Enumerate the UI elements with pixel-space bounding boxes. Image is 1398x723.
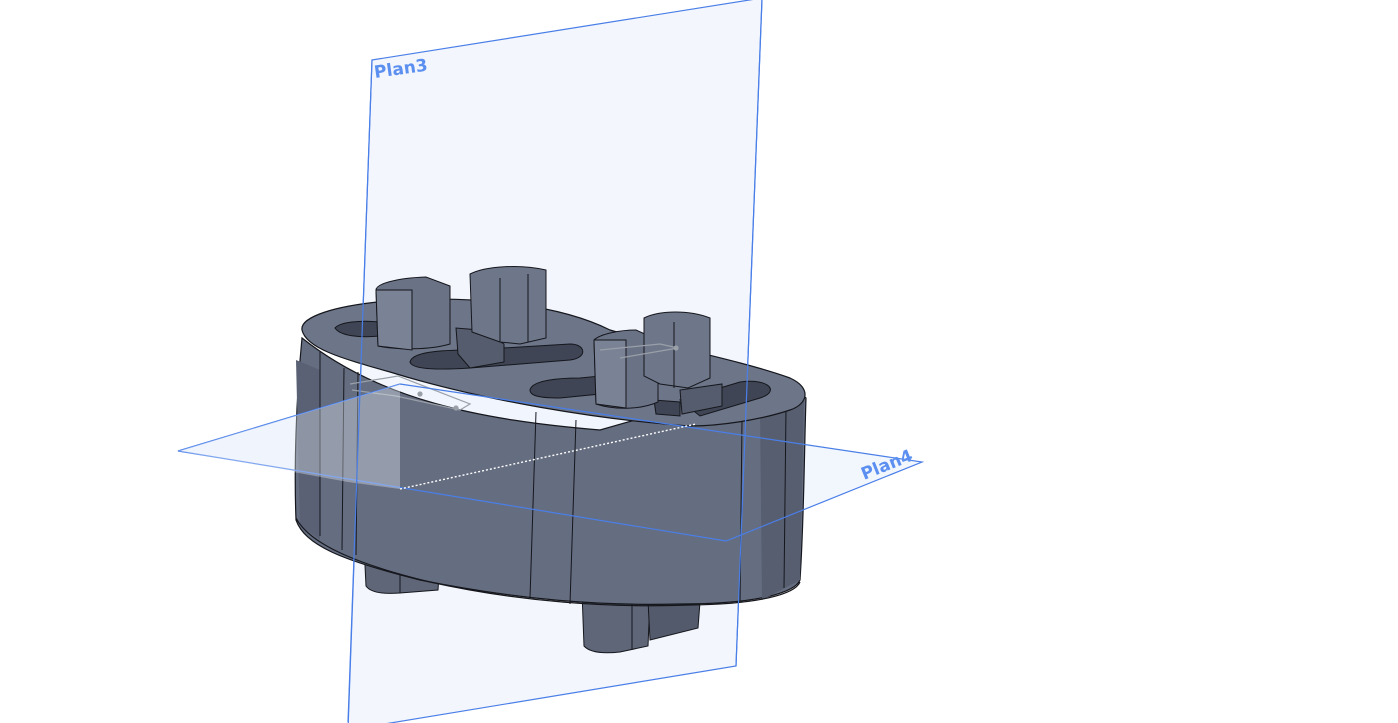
plan4-label[interactable]: Plan4 <box>858 446 915 485</box>
graphics-viewport[interactable]: Plan3 Plan4 <box>0 0 1398 723</box>
